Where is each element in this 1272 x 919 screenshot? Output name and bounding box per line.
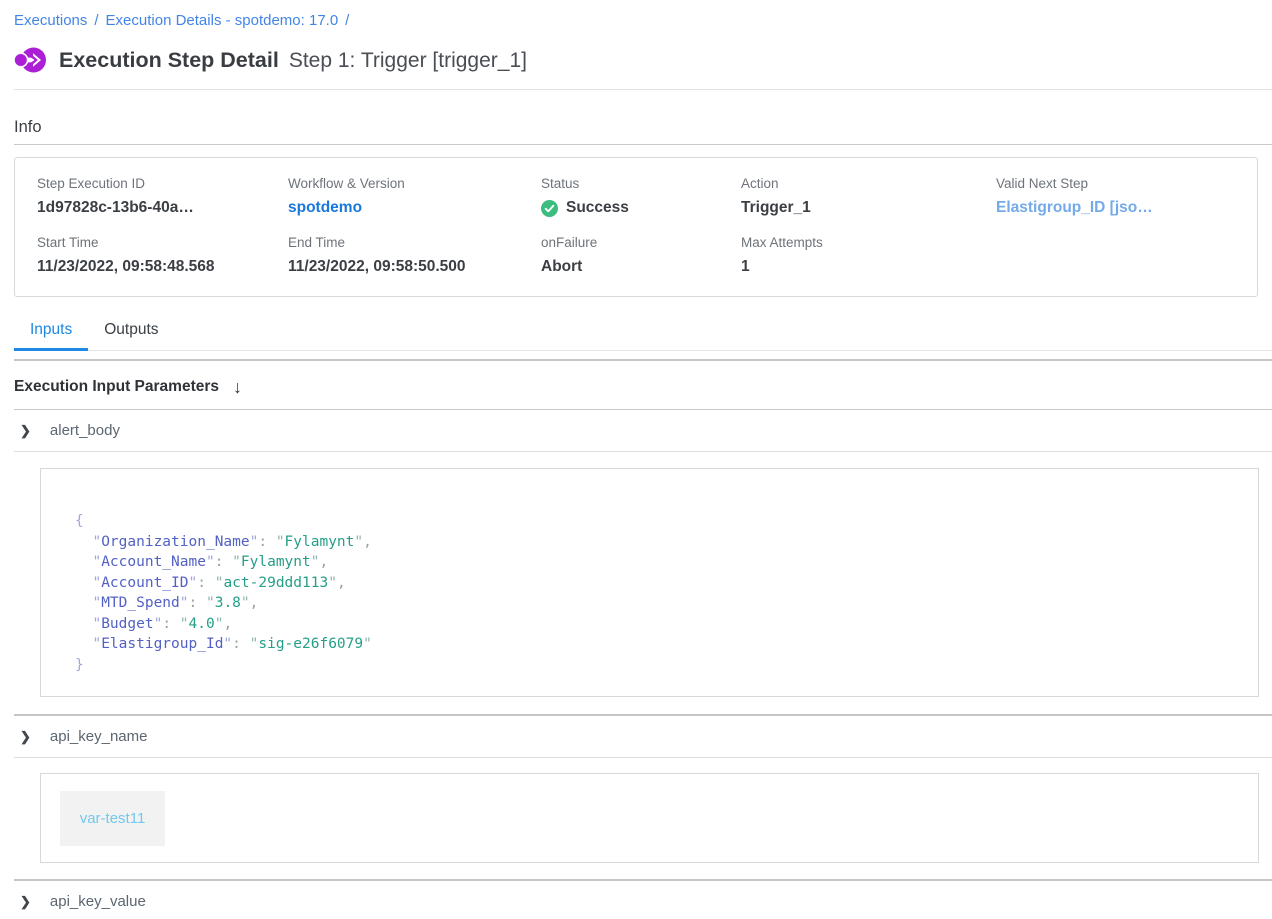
- field-label: Workflow & Version: [288, 176, 541, 191]
- header-divider: [14, 89, 1272, 90]
- breadcrumb-execution-details-link[interactable]: Execution Details - spotdemo: 17.0: [106, 12, 339, 29]
- field-label: Step Execution ID: [37, 176, 288, 191]
- field-label: Action: [741, 176, 996, 191]
- field-step-execution-id: Step Execution ID 1d97828c-13b6-40a…: [37, 176, 288, 217]
- section-label: api_key_name: [50, 728, 148, 745]
- params-title: Execution Input Parameters: [14, 378, 219, 396]
- field-value: 11/23/2022, 09:58:48.568: [37, 258, 288, 276]
- json-code: { "Organization_Name": "Fylamynt", "Acco…: [41, 469, 1258, 675]
- chevron-right-icon: ❯: [20, 895, 31, 908]
- fylamynt-logo-icon: [14, 44, 46, 76]
- api-key-name-chip: var-test11: [60, 791, 165, 846]
- tab-outputs[interactable]: Outputs: [88, 319, 174, 351]
- workflow-link[interactable]: spotdemo: [288, 199, 541, 217]
- field-label: Start Time: [37, 235, 288, 250]
- field-empty: [996, 235, 1239, 276]
- chevron-right-icon: ❯: [20, 424, 31, 437]
- field-workflow-version: Workflow & Version spotdemo: [288, 176, 541, 217]
- field-value: 1: [741, 258, 996, 276]
- params-header: Execution Input Parameters ↓: [14, 378, 1258, 396]
- execution-step-detail-page: Executions / Execution Details - spotdem…: [0, 0, 1272, 919]
- page-title: Execution Step Detail: [59, 48, 279, 73]
- alert-body-code-container: { "Organization_Name": "Fylamynt", "Acco…: [40, 468, 1259, 697]
- field-label: End Time: [288, 235, 541, 250]
- info-heading-divider: [14, 144, 1272, 145]
- collapse-all-arrow-icon[interactable]: ↓: [233, 378, 242, 396]
- breadcrumb: Executions / Execution Details - spotdem…: [14, 12, 1258, 29]
- breadcrumb-executions-link[interactable]: Executions: [14, 12, 87, 29]
- field-value: 1d97828c-13b6-40a…: [37, 199, 288, 217]
- title-wrap: Execution Step Detail Step 1: Trigger [t…: [59, 48, 527, 73]
- field-onfailure: onFailure Abort: [541, 235, 741, 276]
- spacer: [0, 351, 1272, 359]
- field-valid-next-step: Valid Next Step Elastigroup_ID [jso…: [996, 176, 1239, 217]
- section-alert-body-toggle[interactable]: ❯ alert_body: [0, 410, 1272, 451]
- status-text: Success: [566, 199, 629, 217]
- field-label: Max Attempts: [741, 235, 996, 250]
- breadcrumb-separator: /: [345, 12, 349, 29]
- field-label: Valid Next Step: [996, 176, 1239, 191]
- field-value: Abort: [541, 258, 741, 276]
- tab-bar: Inputs Outputs: [14, 319, 1272, 351]
- section-divider: [14, 757, 1272, 758]
- section-label: api_key_value: [50, 893, 146, 910]
- valid-next-step-link[interactable]: Elastigroup_ID [jso…: [996, 199, 1239, 217]
- page-header: Execution Step Detail Step 1: Trigger [t…: [14, 44, 1258, 76]
- field-label: Status: [541, 176, 741, 191]
- chevron-right-icon: ❯: [20, 730, 31, 743]
- status-badge: Success: [541, 199, 741, 217]
- tab-inputs[interactable]: Inputs: [14, 319, 88, 351]
- field-max-attempts: Max Attempts 1: [741, 235, 996, 276]
- field-status: Status Success: [541, 176, 741, 217]
- api-key-name-value-container: var-test11: [40, 773, 1259, 863]
- field-label: onFailure: [541, 235, 741, 250]
- breadcrumb-separator: /: [94, 12, 98, 29]
- page-subtitle: Step 1: Trigger [trigger_1]: [289, 49, 527, 73]
- success-check-icon: [541, 200, 558, 217]
- field-value: 11/23/2022, 09:58:50.500: [288, 258, 541, 276]
- field-value: Trigger_1: [741, 199, 996, 217]
- field-action: Action Trigger_1: [741, 176, 996, 217]
- field-start-time: Start Time 11/23/2022, 09:58:48.568: [37, 235, 288, 276]
- section-api-key-name-toggle[interactable]: ❯ api_key_name: [0, 716, 1272, 757]
- field-end-time: End Time 11/23/2022, 09:58:50.500: [288, 235, 541, 276]
- section-api-key-value-toggle[interactable]: ❯ api_key_value: [0, 881, 1272, 919]
- info-card: Step Execution ID 1d97828c-13b6-40a… Wor…: [14, 157, 1258, 297]
- tabs-section-divider: [14, 359, 1272, 361]
- info-section-heading: Info: [14, 118, 1258, 137]
- section-divider: [14, 451, 1272, 452]
- section-label: alert_body: [50, 422, 120, 439]
